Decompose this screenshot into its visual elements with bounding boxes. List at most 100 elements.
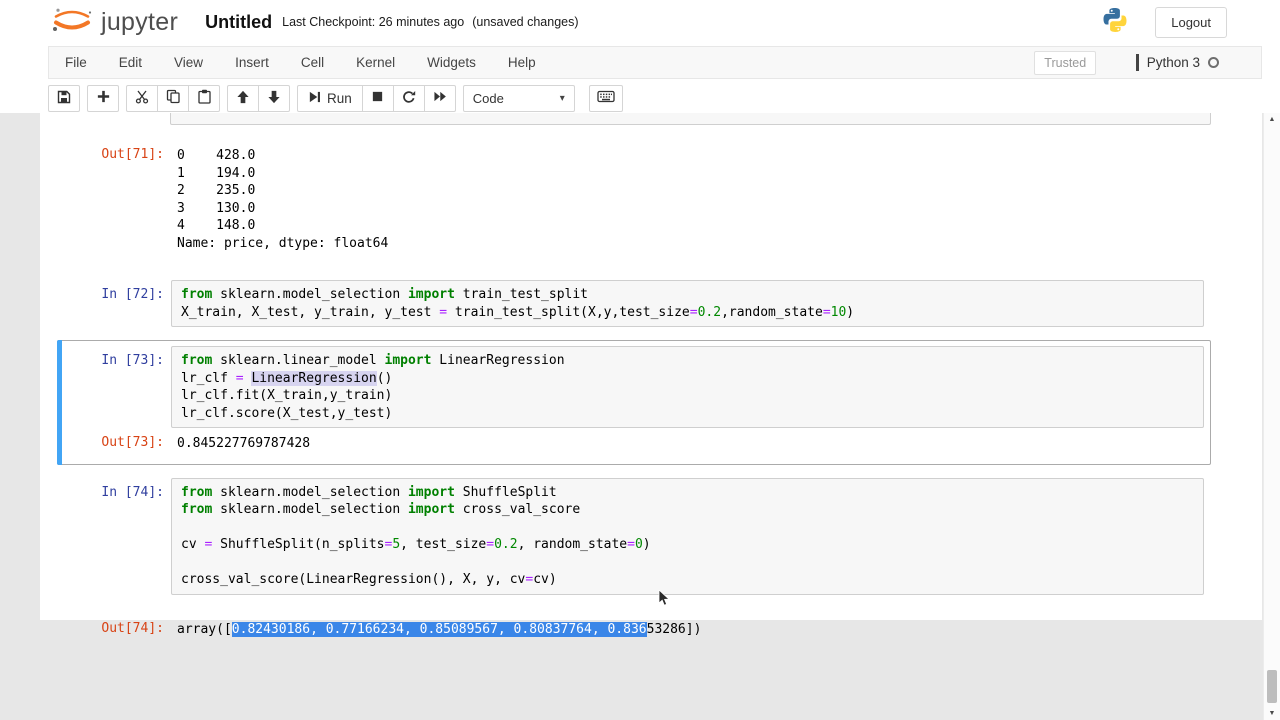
menu-item-edit[interactable]: Edit (103, 55, 158, 70)
code-token: 0.2 (494, 537, 518, 552)
code-cell[interactable]: In [73]: from sklearn.linear_model import… (57, 340, 1211, 465)
unsaved-changes-status: (unsaved changes) (472, 15, 579, 29)
code-token: X_train, X_test, y_train, y_test (181, 304, 440, 320)
code-token: import (407, 287, 455, 302)
code-token: sklearn.linear_model (212, 353, 385, 368)
menu-item-cell[interactable]: Cell (285, 55, 340, 70)
code-token: ShuffleSplit(n_splits (212, 537, 385, 552)
code-cell[interactable]: In [74]: from sklearn.model_selection imp… (57, 472, 1211, 601)
code-token: 2 235.0 (177, 183, 256, 198)
menu-item-widgets[interactable]: Widgets (411, 55, 492, 70)
output-cell[interactable]: Out[74]: array([0.82430186, 0.77166234, 0… (57, 608, 1211, 647)
code-token: from (181, 502, 213, 517)
output-text: 0.845227769787428 (171, 428, 310, 455)
scroll-up-arrow-icon[interactable]: ▲ (1264, 116, 1280, 123)
brand-text[interactable]: jupyter (101, 8, 178, 37)
code-token: sklearn.model_selection (212, 287, 408, 302)
code-token: = (627, 537, 635, 552)
command-palette-icon (597, 89, 615, 107)
python-logo-icon (1101, 6, 1129, 39)
code-token: lr_clf.fit(X_train,y_train) (181, 388, 393, 403)
code-token: 10 (830, 304, 847, 320)
code-token: cross_val_score(LinearRegression(), X, y… (181, 572, 526, 587)
code-token: = (822, 304, 831, 320)
code-token: 3 130.0 (177, 200, 256, 216)
code-token: = (439, 304, 448, 320)
mouse-cursor-icon (658, 589, 671, 612)
input-prompt: In [74]: (101, 484, 164, 500)
output-prompt: Out[74]: (101, 620, 164, 636)
insert-cell-button[interactable] (87, 84, 119, 112)
kernel-idle-icon (1208, 57, 1219, 68)
restart-kernel-icon (402, 90, 416, 107)
trusted-badge[interactable]: Trusted (1034, 50, 1097, 75)
code-token: 0 428.0 (177, 148, 256, 163)
jupyter-logo-icon[interactable] (50, 7, 94, 38)
code-token: , test_size (400, 537, 487, 552)
code-token: import (384, 353, 432, 368)
code-editor[interactable]: from sklearn.model_selection import trai… (171, 280, 1204, 327)
code-token: ) (846, 304, 855, 320)
code-token: train_test_split(X,y,test_size (447, 304, 690, 320)
save-button[interactable] (48, 84, 80, 112)
restart-run-all-icon (433, 90, 447, 106)
output-cell[interactable]: Out[71]: 0 428.0 1 194.0 2 235.0 3 130.0 … (57, 134, 1211, 260)
code-token: () (376, 370, 393, 386)
paste-icon (197, 89, 212, 107)
restart-run-all-button[interactable] (423, 84, 456, 112)
code-editor[interactable]: from sklearn.model_selection import Shuf… (171, 477, 1204, 595)
code-token: ,random_state (721, 304, 823, 320)
code-token: 0.845227769787428 (177, 436, 311, 451)
code-token: cv (181, 537, 205, 552)
code-token: 0 (634, 537, 643, 552)
code-token: import (407, 484, 455, 500)
menu-item-kernel[interactable]: Kernel (340, 55, 411, 70)
highlighted-word: LinearRegression (251, 370, 377, 386)
move-cell-up-button[interactable] (227, 84, 259, 112)
code-token: = (235, 370, 244, 386)
menu-item-help[interactable]: Help (492, 55, 552, 70)
code-token: , random_state (517, 537, 628, 552)
scroll-down-arrow-icon[interactable]: ▼ (1264, 710, 1280, 717)
partial-code-cell[interactable] (170, 113, 1211, 125)
code-token: cv) (533, 572, 557, 587)
code-token: train_test_split (454, 287, 589, 302)
code-token: 53286]) (646, 621, 702, 637)
output-text: array([0.82430186, 0.77166234, 0.8508956… (171, 614, 701, 641)
command-palette-button[interactable] (588, 84, 623, 112)
code-token: LinearRegression (431, 353, 565, 368)
scrollbar[interactable]: ▲ ▼ (1263, 113, 1280, 720)
menu-item-file[interactable]: File (61, 55, 103, 70)
cell-type-select[interactable]: Code ▾ (462, 84, 575, 112)
code-token: ) (642, 537, 651, 552)
code-cell[interactable]: In [72]: from sklearn.model_selection imp… (57, 274, 1211, 333)
code-token: from (181, 484, 213, 500)
move-cell-down-button[interactable] (258, 84, 290, 112)
menu-item-insert[interactable]: Insert (219, 55, 285, 70)
code-token: 0.2 (697, 304, 722, 320)
logout-button[interactable]: Logout (1155, 6, 1227, 38)
notebook-title[interactable]: Untitled (205, 12, 272, 33)
restart-kernel-button[interactable] (392, 84, 425, 112)
run-icon (308, 90, 321, 107)
copy-icon (166, 89, 181, 107)
code-token: cross_val_score (454, 502, 581, 517)
output-text: 0 428.0 1 194.0 2 235.0 3 130.0 4 148.0 … (171, 140, 388, 254)
code-token: import (407, 502, 455, 517)
menu-item-view[interactable]: View (158, 55, 219, 70)
code-token: sklearn.model_selection (212, 502, 408, 517)
copy-cell-button[interactable] (157, 84, 189, 112)
code-token: 1 194.0 (177, 165, 256, 181)
code-editor[interactable]: from sklearn.linear_model import LinearR… (171, 346, 1204, 428)
interrupt-kernel-button[interactable] (361, 84, 394, 112)
paste-cell-button[interactable] (188, 84, 220, 112)
cut-cell-button[interactable] (126, 84, 158, 112)
output-prompt: Out[71]: (101, 147, 164, 162)
output-prompt: Out[73]: (101, 435, 164, 450)
code-token: ShuffleSplit (454, 484, 557, 500)
run-cell-button[interactable]: Run (297, 84, 363, 112)
stop-icon (371, 90, 384, 106)
kernel-separator (1136, 54, 1139, 71)
notebook-header: jupyter Untitled Last Checkpoint: 26 min… (0, 0, 1280, 113)
scrollbar-thumb[interactable] (1267, 670, 1277, 703)
